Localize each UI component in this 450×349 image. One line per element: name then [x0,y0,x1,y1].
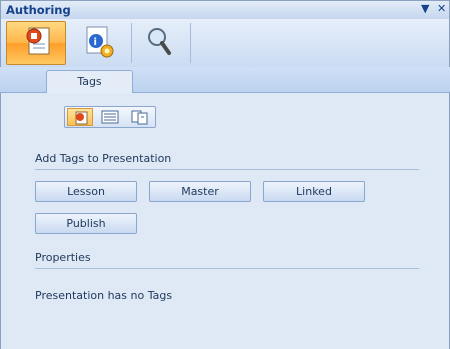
presentation-view-button[interactable] [67,108,93,126]
publish-button[interactable]: Publish [35,213,137,234]
lesson-button[interactable]: Lesson [35,181,137,202]
slide-list-view-icon [101,110,119,124]
tab-tags[interactable]: Tags [46,70,133,93]
properties-heading: Properties [35,251,91,264]
window-title: Authoring [6,3,71,17]
dropdown-arrow-icon[interactable]: ▼ [421,2,429,15]
divider [35,169,419,170]
add-tags-heading: Add Tags to Presentation [35,152,172,165]
info-settings-icon: i [86,26,114,58]
view-switcher [64,106,156,128]
presentation-button[interactable] [6,21,66,65]
no-tags-message: Presentation has no Tags [35,289,173,302]
master-button[interactable]: Master [149,181,251,202]
tab-strip: Tags [0,67,450,93]
divider [35,268,419,269]
magnifier-icon [148,28,171,55]
linked-button[interactable]: Linked [263,181,365,202]
svg-text:i: i [94,37,97,48]
search-button[interactable] [129,21,189,65]
linked-view-icon [131,110,148,125]
toolbar: i [0,19,450,67]
info-settings-button[interactable]: i [71,21,131,65]
linked-view-button[interactable] [127,108,153,126]
close-icon[interactable]: ✕ [437,2,446,15]
presentation-view-icon [75,111,88,125]
toolbar-separator [190,23,191,63]
presentation-icon [26,27,50,55]
tags-panel: Add Tags to Presentation Lesson Master L… [0,93,450,349]
slide-list-view-button[interactable] [97,108,123,126]
title-bar: Authoring ▼ ✕ [0,0,450,20]
